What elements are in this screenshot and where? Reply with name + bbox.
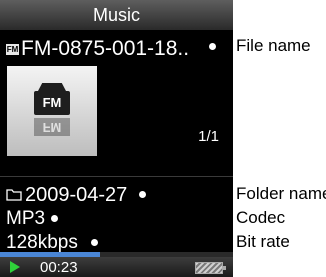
play-icon <box>10 261 20 273</box>
radio-reflection: FM <box>34 118 70 136</box>
status-bar: 00:23 <box>0 257 233 277</box>
folder-icon <box>6 182 22 208</box>
file-name: FM-0875-001-18.. <box>21 37 190 60</box>
elapsed-time: 00:23 <box>40 259 78 276</box>
fm-file-icon: FM <box>6 43 19 55</box>
divider <box>0 176 233 177</box>
folder-name-row: 2009-04-27 <box>6 182 127 208</box>
bit-rate-label: Bit rate <box>236 232 290 251</box>
codec: MP3 <box>6 208 46 229</box>
screen-title: Music <box>0 0 233 30</box>
folder-name-label: Folder name <box>236 184 326 203</box>
folder-name-callout-line <box>146 194 232 195</box>
battery-icon <box>195 262 226 274</box>
folder-name: 2009-04-27 <box>25 184 128 206</box>
file-name-row: FM FM-0875-001-18.. <box>6 36 189 62</box>
player-screen: Music FM FM-0875-001-18.. FM FM 1/1 2009… <box>0 0 233 277</box>
album-artwork: FM FM <box>7 66 97 156</box>
file-name-label: File name <box>236 36 311 55</box>
file-name-callout-line <box>216 46 232 47</box>
radio-top-shape <box>38 83 66 91</box>
codec-label: Codec <box>236 208 286 227</box>
track-position: 1/1 <box>198 128 219 145</box>
bit-rate-callout-line <box>98 242 232 243</box>
fm-radio-icon: FM <box>34 83 70 115</box>
radio-label: FM <box>34 91 70 115</box>
codec-callout-line <box>58 218 232 219</box>
